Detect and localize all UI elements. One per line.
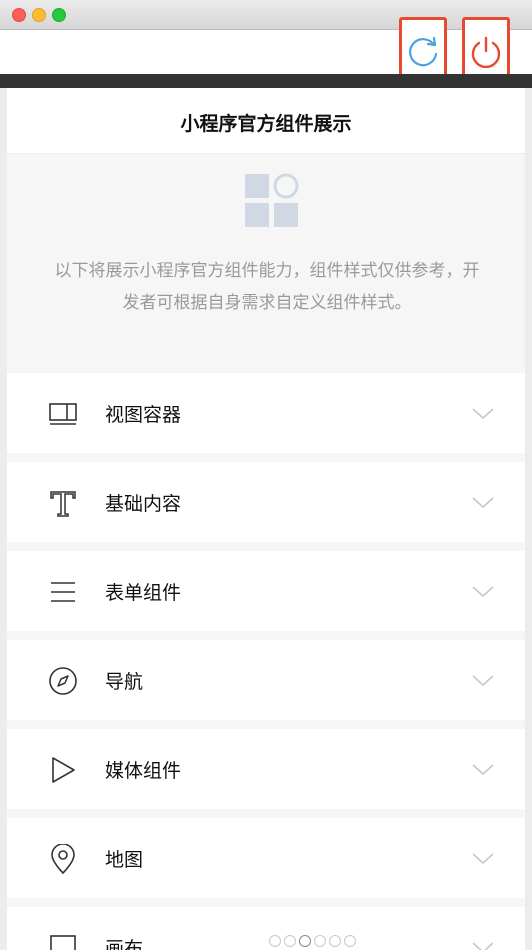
page-indicator: [269, 935, 356, 947]
chevron-down-icon: [472, 764, 494, 776]
page-dot: [314, 935, 326, 947]
menu-item-basic-content[interactable]: 基础内容: [7, 462, 525, 542]
menu-item-navigation[interactable]: 导航: [7, 640, 525, 720]
components-logo-icon: [245, 173, 299, 227]
compass-icon: [49, 667, 77, 695]
title-bar: [0, 0, 532, 30]
intro-section: 以下将展示小程序官方组件能力，组件样式仅供参考，开发者可根据自身需求自定义组件样…: [7, 155, 525, 365]
page-dot: [269, 935, 281, 947]
page-title: 小程序官方组件展示: [180, 113, 352, 135]
toolbar-divider: [0, 74, 532, 88]
chevron-down-icon: [472, 853, 494, 865]
close-window-button[interactable]: [12, 8, 26, 22]
menu-item-label: 画布: [105, 937, 144, 950]
menu-item-canvas[interactable]: 画布: [7, 907, 525, 950]
menu-item-label: 地图: [105, 848, 144, 871]
chevron-down-icon: [472, 675, 494, 687]
view-container-icon: [49, 403, 77, 425]
chevron-down-icon: [472, 942, 494, 950]
simulator-screen: 小程序官方组件展示 以下将展示小程序官方组件能力，组件样式仅供参考，开发者可根据…: [7, 88, 525, 950]
menu-item-view-container[interactable]: 视图容器: [7, 373, 525, 453]
location-icon: [51, 844, 75, 874]
page-dot-active: [299, 935, 311, 947]
navigation-bar: 小程序官方组件展示: [7, 88, 525, 154]
power-icon: [471, 36, 501, 69]
menu-item-form-components[interactable]: 表单组件: [7, 551, 525, 631]
chevron-down-icon: [472, 586, 494, 598]
intro-description: 以下将展示小程序官方组件能力，组件样式仅供参考，开发者可根据自身需求自定义组件样…: [54, 261, 480, 313]
menu-item-media-components[interactable]: 媒体组件: [7, 729, 525, 809]
toolbar: [0, 30, 532, 74]
menu-item-label: 基础内容: [105, 492, 182, 515]
text-icon: [50, 491, 76, 517]
canvas-icon: [50, 935, 76, 950]
page-dot: [344, 935, 356, 947]
play-icon: [52, 757, 75, 783]
minimize-window-button[interactable]: [32, 8, 46, 22]
menu-item-label: 导航: [105, 670, 144, 693]
chevron-down-icon: [472, 408, 494, 420]
component-menu: 视图容器 基础内容 表单组件 导航 媒体组件 地图 画布: [7, 373, 525, 950]
menu-item-label: 媒体组件: [105, 759, 182, 782]
menu-item-label: 表单组件: [105, 581, 182, 604]
refresh-icon: [409, 36, 438, 67]
page-dot: [284, 935, 296, 947]
menu-item-label: 视图容器: [105, 403, 182, 426]
app-window: 刷新 结束 小程序官方组件展示 以下将展示小程序官方组件能力，组件样式仅供参考，…: [0, 0, 532, 950]
page-dot: [329, 935, 341, 947]
menu-item-map[interactable]: 地图: [7, 818, 525, 898]
zoom-window-button[interactable]: [52, 8, 66, 22]
form-icon: [51, 582, 75, 602]
chevron-down-icon: [472, 497, 494, 509]
